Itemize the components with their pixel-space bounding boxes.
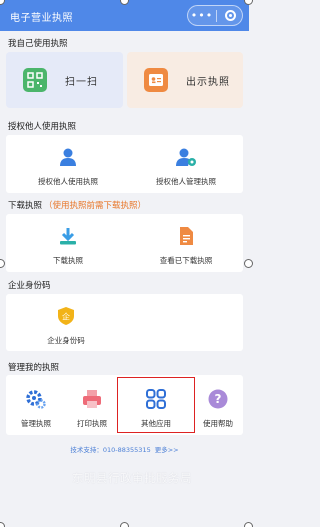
view-downloaded-button[interactable]: 查看已下载执照 bbox=[138, 225, 234, 266]
print-license-label: 打印执照 bbox=[77, 419, 107, 428]
corner-marker bbox=[244, 0, 253, 5]
watermark: 东明县行政审批服务局 bbox=[72, 471, 192, 485]
section-title-authorize: 授权他人使用执照 bbox=[8, 122, 77, 132]
section-title-download: 下载执照 （使用执照前需下载执照） bbox=[8, 199, 146, 211]
manage-license-label: 管理执照 bbox=[21, 419, 51, 428]
corner-marker bbox=[120, 522, 129, 527]
support-text: 技术支持：010-88355315 bbox=[70, 446, 151, 454]
user-icon bbox=[57, 146, 79, 168]
section-title-manage: 管理我的执照 bbox=[8, 363, 60, 373]
download-license-label: 下载执照 bbox=[53, 256, 83, 265]
identity-code-button[interactable]: 企 企业身份码 bbox=[18, 305, 114, 346]
id-card-icon bbox=[144, 68, 168, 92]
corner-marker bbox=[244, 259, 253, 268]
more-icon[interactable]: ••• bbox=[188, 6, 216, 25]
download-license-button[interactable]: 下载执照 bbox=[20, 225, 116, 266]
highlight-box bbox=[117, 377, 195, 433]
show-license-label: 出示执照 bbox=[186, 76, 230, 88]
section-title-identity: 企业身份码 bbox=[8, 281, 51, 291]
capsule-divider bbox=[216, 9, 217, 22]
help-icon: ? bbox=[207, 388, 229, 410]
corner-marker bbox=[0, 522, 5, 527]
svg-text:?: ? bbox=[215, 392, 222, 406]
help-label: 使用帮助 bbox=[203, 419, 233, 428]
corner-marker bbox=[0, 259, 5, 268]
authorize-use-label: 授权他人使用执照 bbox=[38, 177, 98, 186]
user-settings-icon bbox=[175, 146, 197, 168]
authorize-use-button[interactable]: 授权他人使用执照 bbox=[20, 146, 116, 187]
page-title: 电子营业执照 bbox=[10, 13, 73, 24]
manage-license-button[interactable]: 管理执照 bbox=[10, 388, 62, 429]
show-license-button[interactable]: 出示执照 bbox=[127, 52, 243, 108]
qrcode-icon bbox=[23, 68, 47, 92]
download-note: （使用执照前需下载执照） bbox=[44, 201, 147, 211]
miniprogram-capsule: ••• bbox=[187, 5, 243, 26]
help-button[interactable]: ? 使用帮助 bbox=[192, 388, 244, 429]
document-icon bbox=[175, 225, 197, 247]
close-icon[interactable] bbox=[225, 10, 236, 21]
download-icon bbox=[57, 225, 79, 247]
view-downloaded-label: 查看已下载执照 bbox=[159, 256, 213, 265]
gear-icon bbox=[25, 388, 47, 410]
scan-button[interactable]: 扫一扫 bbox=[6, 52, 123, 108]
scan-label: 扫一扫 bbox=[65, 76, 98, 88]
download-title: 下载执照 bbox=[8, 201, 43, 211]
print-license-button[interactable]: 打印执照 bbox=[66, 388, 118, 429]
printer-icon bbox=[81, 388, 103, 410]
footer: 技术支持：010-88355315 更多>> bbox=[0, 444, 249, 454]
more-link[interactable]: 更多>> bbox=[155, 446, 179, 454]
section-title-self-use: 我自己使用执照 bbox=[8, 39, 68, 49]
shield-icon: 企 bbox=[55, 305, 77, 327]
svg-text:企: 企 bbox=[62, 312, 70, 322]
corner-marker bbox=[244, 522, 253, 527]
identity-code-label: 企业身份码 bbox=[47, 336, 85, 345]
authorize-manage-button[interactable]: 授权他人管理执照 bbox=[138, 146, 234, 187]
authorize-manage-label: 授权他人管理执照 bbox=[156, 177, 216, 186]
